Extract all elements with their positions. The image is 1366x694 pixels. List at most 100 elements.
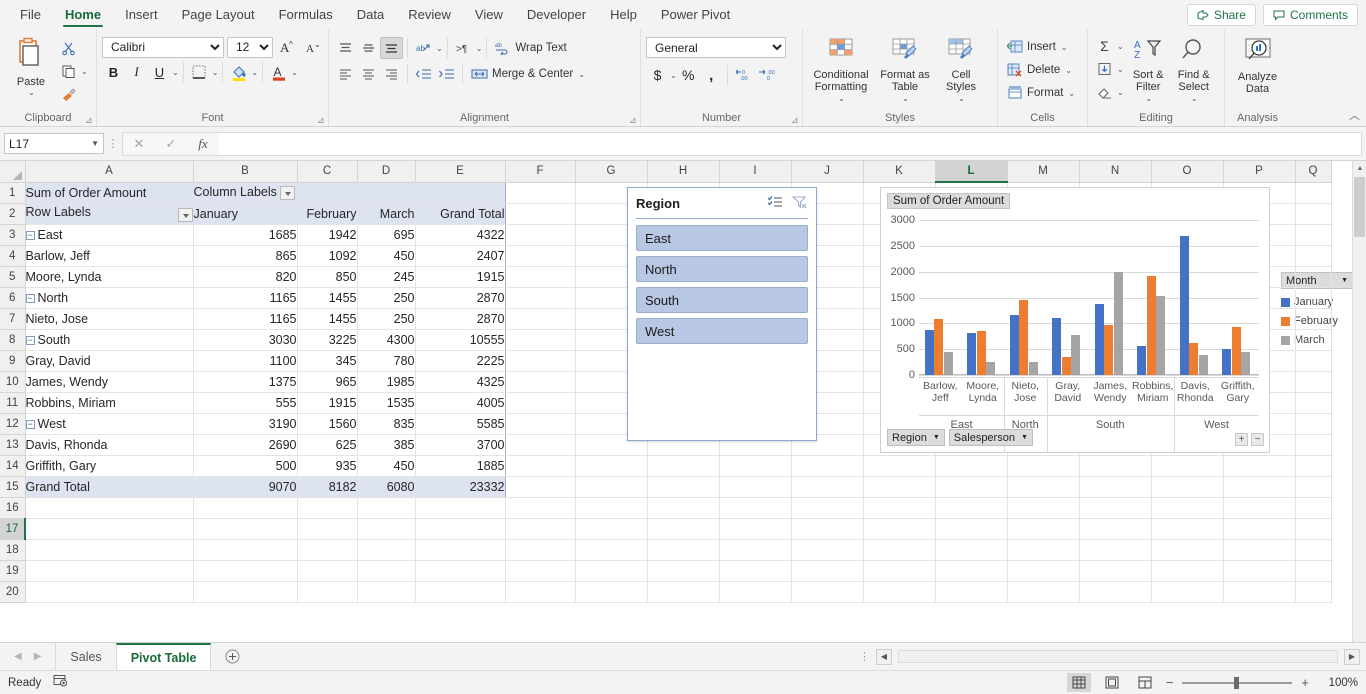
cell-q20[interactable]: [1295, 581, 1332, 603]
cell-n20[interactable]: [1079, 581, 1152, 603]
cell-e14[interactable]: 1885: [415, 455, 506, 477]
cell-j14[interactable]: [791, 455, 864, 477]
cell-m17[interactable]: [1007, 518, 1080, 540]
chevron-down-icon[interactable]: ⌄: [172, 68, 179, 77]
row-header-11[interactable]: 11: [0, 392, 26, 414]
chart-bar[interactable]: [1094, 303, 1104, 375]
pivot-chart[interactable]: Sum of Order Amount 3000 2500 2000 1500 1000…: [880, 187, 1270, 453]
zoom-slider[interactable]: [1182, 676, 1293, 689]
cell-i20[interactable]: [719, 581, 792, 603]
cell-o17[interactable]: [1151, 518, 1224, 540]
column-header-k[interactable]: K: [863, 161, 936, 183]
cell-m18[interactable]: [1007, 539, 1080, 561]
chart-bar[interactable]: [1009, 314, 1019, 375]
cell-q5[interactable]: [1295, 266, 1332, 288]
cell-f9[interactable]: [505, 350, 576, 372]
conditional-formatting-button[interactable]: Conditional Formatting ⌄: [808, 35, 874, 105]
column-header-n[interactable]: N: [1079, 161, 1152, 183]
cell-h17[interactable]: [647, 518, 720, 540]
horizontal-scroll-track[interactable]: [898, 650, 1338, 663]
align-center-button[interactable]: [357, 63, 380, 85]
cell-b10[interactable]: 1375: [193, 371, 298, 393]
clear-filter-icon[interactable]: [791, 195, 808, 212]
pivot-collapse-icon[interactable]: −: [26, 335, 35, 345]
format-painter-button[interactable]: [57, 83, 80, 105]
cell-l20[interactable]: [935, 581, 1008, 603]
cell-c12[interactable]: 1560: [297, 412, 358, 435]
row-header-9[interactable]: 9: [0, 350, 26, 372]
cell-l14[interactable]: [935, 455, 1008, 477]
chart-bar[interactable]: [1189, 342, 1199, 375]
cell-o20[interactable]: [1151, 581, 1224, 603]
align-bottom-button[interactable]: [380, 37, 403, 59]
cell-f13[interactable]: [505, 434, 576, 456]
chevron-down-icon[interactable]: ⌄: [1117, 65, 1124, 74]
cell-m15[interactable]: [1007, 476, 1080, 498]
cell-c9[interactable]: 345: [297, 350, 358, 372]
row-header-12[interactable]: 12: [0, 412, 26, 435]
chart-field-button-salesperson[interactable]: Salesperson ▼: [948, 429, 1033, 446]
cell-d10[interactable]: 1985: [357, 371, 416, 393]
cell-k19[interactable]: [863, 560, 936, 582]
column-header-f[interactable]: F: [505, 161, 576, 183]
row-labels-filter-button[interactable]: [177, 208, 192, 222]
cell-m20[interactable]: [1007, 581, 1080, 603]
align-right-button[interactable]: [380, 63, 403, 85]
cell-f7[interactable]: [505, 308, 576, 330]
cell-b14[interactable]: 500: [193, 455, 298, 477]
chart-bar[interactable]: [934, 318, 944, 375]
cell-d5[interactable]: 245: [357, 266, 416, 288]
chevron-down-icon[interactable]: ⌄: [1068, 89, 1075, 98]
cell-c10[interactable]: 965: [297, 371, 358, 393]
cell-p19[interactable]: [1223, 560, 1296, 582]
cell-e9[interactable]: 2225: [415, 350, 506, 372]
chart-bar[interactable]: [1231, 326, 1241, 375]
cell-e7[interactable]: 2870: [415, 308, 506, 330]
chart-bar[interactable]: [1028, 362, 1038, 375]
row-header-16[interactable]: 16: [0, 497, 26, 519]
ribbon-tab-review[interactable]: Review: [396, 0, 463, 29]
sheet-tab-sales[interactable]: Sales: [56, 643, 115, 670]
align-left-button[interactable]: [334, 63, 357, 85]
add-sheet-button[interactable]: [211, 643, 254, 670]
chart-bar[interactable]: [1052, 318, 1062, 375]
cell-l18[interactable]: [935, 539, 1008, 561]
chevron-down-icon[interactable]: ⌄: [436, 44, 443, 53]
chart-bar[interactable]: [986, 362, 996, 375]
cell-f4[interactable]: [505, 245, 576, 267]
cell-d12[interactable]: 835: [357, 412, 416, 435]
cell-h19[interactable]: [647, 560, 720, 582]
cell-q15[interactable]: [1295, 476, 1332, 498]
cell-f12[interactable]: [505, 412, 576, 435]
row-header-15[interactable]: 15: [0, 476, 26, 498]
cell-f20[interactable]: [505, 581, 576, 603]
formula-input[interactable]: [219, 131, 1362, 156]
cell-a3[interactable]: − East: [24, 223, 194, 246]
column-labels-filter-button[interactable]: [279, 185, 295, 200]
font-name-select[interactable]: Calibri: [102, 36, 224, 58]
cell-d8[interactable]: 4300: [357, 328, 416, 351]
cell-b6[interactable]: 1165: [193, 286, 298, 309]
pivot-collapse-icon[interactable]: −: [26, 293, 35, 303]
orientation-button[interactable]: ab: [412, 37, 435, 59]
zoom-level[interactable]: 100%: [1318, 677, 1358, 689]
cell-b3[interactable]: 1685: [193, 223, 298, 246]
cell-i19[interactable]: [719, 560, 792, 582]
cell-m16[interactable]: [1007, 497, 1080, 519]
row-header-2[interactable]: 2: [0, 203, 26, 225]
sheet-tab-pivot-table[interactable]: Pivot Table: [115, 643, 212, 670]
chevron-down-icon[interactable]: ⌄: [1191, 94, 1198, 103]
cell-h16[interactable]: [647, 497, 720, 519]
cell-c1[interactable]: [297, 182, 358, 204]
column-header-e[interactable]: E: [415, 161, 506, 183]
chart-bar[interactable]: [1061, 357, 1071, 375]
chevron-down-icon[interactable]: ⌄: [838, 94, 845, 103]
cell-q18[interactable]: [1295, 539, 1332, 561]
cell-b5[interactable]: 820: [193, 266, 298, 288]
cell-b13[interactable]: 2690: [193, 434, 298, 456]
select-all-button[interactable]: [0, 161, 26, 183]
cell-q16[interactable]: [1295, 497, 1332, 519]
cell-c3[interactable]: 1942: [297, 223, 358, 246]
cell-b16[interactable]: [193, 497, 298, 519]
ribbon-tab-developer[interactable]: Developer: [515, 0, 598, 29]
